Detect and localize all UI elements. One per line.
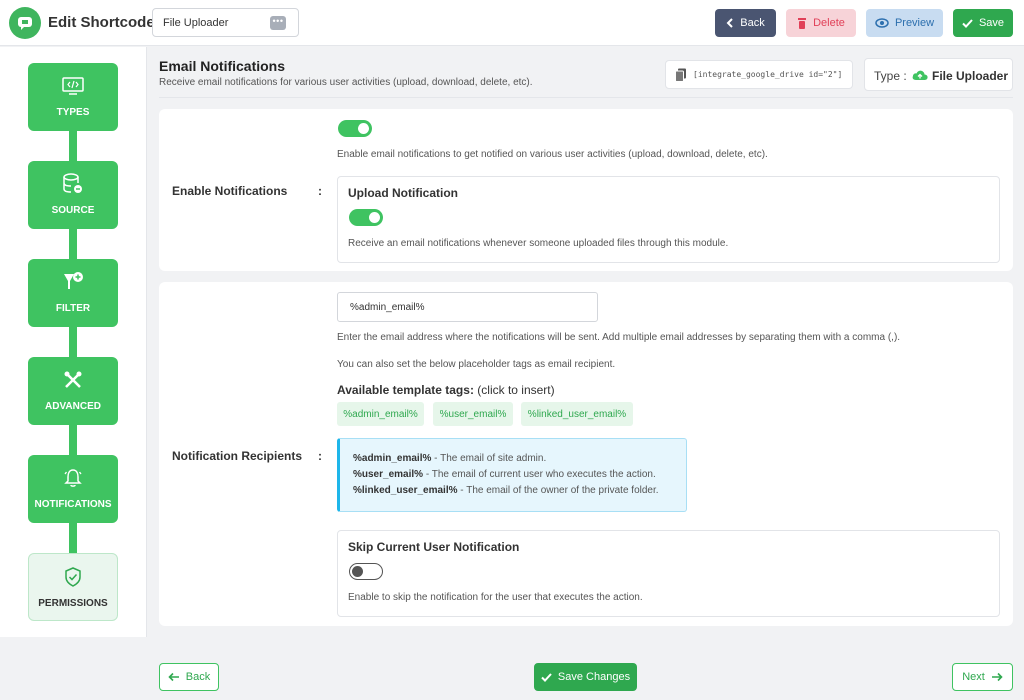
notification-recipients-label: Notification Recipients xyxy=(172,449,303,463)
section-subtitle: Receive email notifications for various … xyxy=(159,77,533,88)
arrow-right-icon xyxy=(991,672,1003,682)
toggle-knob xyxy=(358,123,369,134)
trash-icon xyxy=(798,18,807,29)
step-label: NOTIFICATIONS xyxy=(34,499,112,510)
arrow-left-icon xyxy=(168,672,179,682)
upload-notification-title: Upload Notification xyxy=(348,186,458,200)
tools-icon xyxy=(64,371,82,388)
footer-back-label: Back xyxy=(185,671,211,683)
shortcode-title-field[interactable]: File Uploader ••• xyxy=(152,8,299,37)
template-tags-hint: (click to insert) xyxy=(477,383,555,397)
section-divider xyxy=(159,97,1013,98)
step-types[interactable]: TYPES xyxy=(28,63,118,131)
footer-next-label: Next xyxy=(962,671,985,683)
template-tags-heading: Available template tags: (click to inser… xyxy=(337,383,555,397)
info-line: %linked_user_email% - The email of the o… xyxy=(353,485,659,496)
section-title: Email Notifications xyxy=(159,58,286,74)
info-line: %admin_email% - The email of site admin. xyxy=(353,453,547,464)
eye-icon xyxy=(875,18,889,28)
chevron-left-icon xyxy=(726,18,733,28)
skip-user-notification-title: Skip Current User Notification xyxy=(348,540,520,554)
save-button-label: Save xyxy=(978,17,1005,29)
type-label: Type : xyxy=(874,69,907,83)
step-label: PERMISSIONS xyxy=(38,598,108,609)
step-source[interactable]: SOURCE xyxy=(28,161,118,229)
enable-notifications-label: Enable Notifications xyxy=(172,184,288,198)
save-changes-button[interactable]: Save Changes xyxy=(534,663,637,691)
template-tag-user-email[interactable]: %user_email% xyxy=(433,402,513,426)
skip-user-notification-description: Enable to skip the notification for the … xyxy=(348,592,643,603)
filter-icon xyxy=(64,272,83,289)
code-window-icon xyxy=(62,77,84,95)
enable-notifications-description: Enable email notifications to get notifi… xyxy=(337,149,768,160)
template-tags-info-box: %admin_email% - The email of site admin.… xyxy=(337,438,687,512)
type-value: File Uploader xyxy=(932,69,1009,83)
shortcode-text: [integrate_google_drive id="2"] xyxy=(693,70,843,79)
step-label: SOURCE xyxy=(51,205,95,216)
check-icon xyxy=(541,672,552,682)
step-label: TYPES xyxy=(56,107,90,118)
preview-button-label: Preview xyxy=(894,17,935,29)
preview-button[interactable]: Preview xyxy=(866,9,943,37)
step-advanced[interactable]: ADVANCED xyxy=(28,357,118,425)
footer-next-button[interactable]: Next xyxy=(952,663,1013,691)
step-filter[interactable]: FILTER xyxy=(28,259,118,327)
shortcode-copy-box[interactable]: [integrate_google_drive id="2"] xyxy=(665,60,853,89)
database-icon xyxy=(63,173,82,193)
module-type-box: Type : File Uploader xyxy=(864,58,1013,91)
back-button-label: Back xyxy=(740,17,765,29)
recipients-description: Enter the email address where the notifi… xyxy=(337,332,901,343)
template-tags-title: Available template tags: xyxy=(337,383,474,397)
bell-icon xyxy=(64,469,82,487)
footer-back-button[interactable]: Back xyxy=(159,663,219,691)
delete-button[interactable]: Delete xyxy=(786,9,856,37)
step-label: FILTER xyxy=(55,303,91,314)
steps-sidebar: TYPES SOURCE FILTER ADVANCED NOTIFICATIO… xyxy=(0,47,147,637)
save-changes-label: Save Changes xyxy=(557,671,631,683)
back-button[interactable]: Back xyxy=(715,9,776,37)
page-heading: Edit Shortcode xyxy=(48,14,155,31)
recipient-email-input[interactable] xyxy=(337,292,598,322)
shortcode-title-text: File Uploader xyxy=(163,17,229,29)
skip-user-notification-toggle[interactable] xyxy=(349,563,383,580)
enable-notifications-colon: : xyxy=(318,184,322,198)
template-tag-admin-email[interactable]: %admin_email% xyxy=(337,402,424,426)
info-line: %user_email% - The email of current user… xyxy=(353,469,656,480)
top-header: Edit Shortcode File Uploader ••• Back De… xyxy=(0,0,1024,46)
cloud-upload-icon xyxy=(912,70,928,80)
check-icon xyxy=(962,18,973,28)
copy-icon[interactable] xyxy=(675,68,687,82)
delete-button-label: Delete xyxy=(813,17,845,29)
more-options-icon[interactable]: ••• xyxy=(270,16,286,30)
placeholder-tags-description: You can also set the below placeholder t… xyxy=(337,359,616,370)
step-permissions[interactable]: PERMISSIONS xyxy=(28,553,118,621)
chat-bubble-icon xyxy=(18,17,32,30)
template-tag-linked-user-email[interactable]: %linked_user_email% xyxy=(521,402,633,426)
upload-notification-description: Receive an email notifications whenever … xyxy=(348,238,729,249)
toggle-knob xyxy=(352,566,363,577)
app-logo xyxy=(9,7,41,39)
step-notifications[interactable]: NOTIFICATIONS xyxy=(28,455,118,523)
toggle-knob xyxy=(369,212,380,223)
step-label: ADVANCED xyxy=(45,401,101,412)
save-button[interactable]: Save xyxy=(953,9,1013,37)
notification-recipients-colon: : xyxy=(318,449,322,463)
enable-notifications-toggle[interactable] xyxy=(338,120,372,137)
upload-notification-toggle[interactable] xyxy=(349,209,383,226)
shield-check-icon xyxy=(65,567,81,587)
